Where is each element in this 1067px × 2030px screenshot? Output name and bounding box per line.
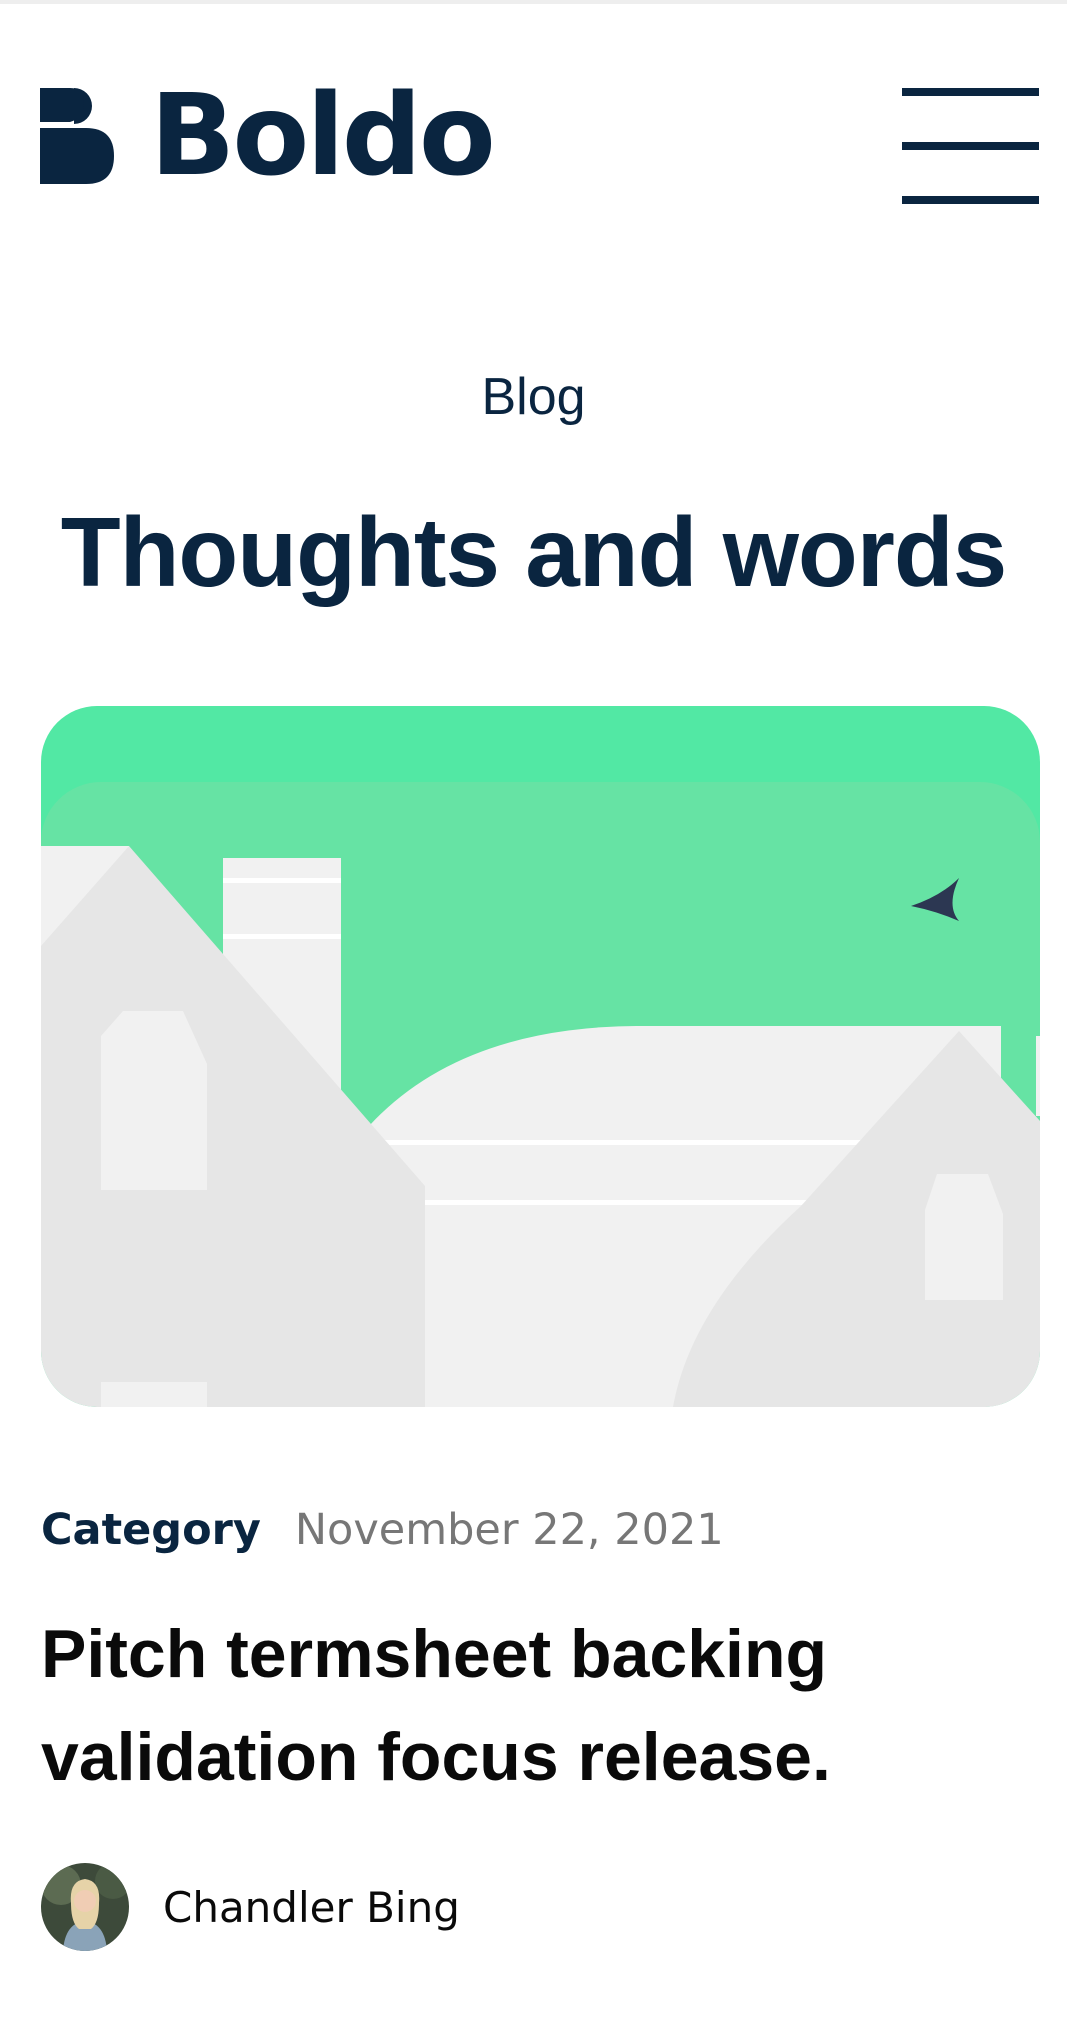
section-eyebrow: Blog (481, 368, 586, 426)
author-avatar (41, 1863, 129, 1951)
brand-name: Boldo (150, 71, 496, 201)
post-hero-image[interactable] (41, 706, 1040, 1407)
post-title-link[interactable]: Pitch termsheet backing validation focus… (41, 1603, 1001, 1809)
hamburger-menu-button[interactable] (900, 88, 1040, 204)
logo-mark-icon (40, 88, 114, 184)
house-rooftops-illustration-icon (41, 706, 1040, 1407)
post-author: Chandler Bing (41, 1863, 460, 1951)
post-date: November 22, 2021 (294, 1505, 724, 1555)
author-name: Chandler Bing (163, 1882, 460, 1932)
brand-logo-link[interactable]: Boldo (40, 71, 496, 201)
post-meta: Category November 22, 2021 (41, 1500, 724, 1560)
post-category-link[interactable]: Category (41, 1505, 261, 1555)
site-header: Boldo (0, 0, 1067, 240)
section-title: Thoughts and words (60, 497, 1008, 607)
